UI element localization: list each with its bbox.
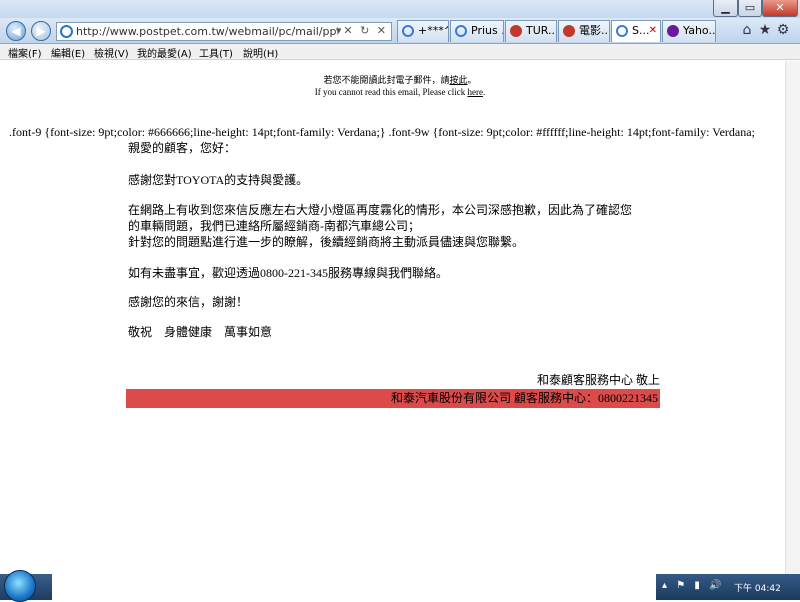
notice-zh: 若您不能閱讀此封電子郵件，請按此。 — [0, 73, 800, 86]
ie-page-icon — [60, 25, 73, 38]
greeting: 親愛的顧客，您好： — [128, 141, 237, 155]
maximize-button[interactable]: ▭ — [738, 0, 762, 17]
ie-tab-icon — [455, 25, 467, 37]
yahoo-tab-icon — [667, 25, 679, 37]
forward-button[interactable]: ▶ — [31, 21, 51, 41]
ie-tab-icon — [616, 25, 628, 37]
closing-line: 敬祝 身體健康 萬事如意 — [128, 325, 273, 339]
tab-label: TUR... — [526, 24, 557, 37]
company-footer-bar: 和泰汽車股份有限公司 顧客服務中心：0800221345 — [126, 389, 660, 408]
navigation-bar: ◀ ▶ http://www.postpet.com.tw/webmail/pc… — [0, 18, 800, 44]
notice-zh-link[interactable]: 按此 — [449, 75, 467, 85]
signature: 和泰顧客服務中心 敬上 — [536, 373, 660, 387]
notice-en: If you cannot read this email, Please cl… — [0, 87, 800, 97]
close-button[interactable]: ✕ — [762, 0, 798, 17]
taskbar-window-area — [52, 574, 656, 600]
address-bar[interactable]: http://www.postpet.com.tw/webmail/pc/mai… — [56, 22, 392, 41]
ie-tab-icon — [402, 25, 414, 37]
menu-edit[interactable]: 編輯(E) — [51, 45, 85, 60]
paragraph-line-3: 針對您的問題點進行進一步的瞭解，後續經銷商將主動派員儘速與您聯繫。 — [128, 235, 525, 249]
menu-tools[interactable]: 工具(T) — [199, 45, 233, 60]
minimize-button[interactable]: ▁ — [713, 0, 738, 17]
movie-tab-icon — [563, 25, 575, 37]
notice-en-suffix: . — [482, 87, 486, 97]
back-button[interactable]: ◀ — [6, 21, 26, 41]
tab-close-icon[interactable]: ✕ — [649, 21, 657, 41]
menu-help[interactable]: 說明(H) — [243, 45, 278, 60]
css-leak-text: .font-9 {font-size: 9pt;color: #666666;l… — [9, 125, 755, 139]
tab-label: Prius ... — [471, 24, 503, 37]
notice-en-link[interactable]: here — [467, 87, 483, 97]
tray-icons[interactable]: ▴ ⚑ ▮ 🔊 — [662, 580, 724, 591]
menu-view[interactable]: 檢視(V) — [94, 45, 129, 60]
browser-tab-2[interactable]: Prius ... — [450, 20, 504, 42]
notice-en-text: If you cannot read this email, Please cl… — [314, 87, 468, 97]
vertical-scrollbar[interactable] — [785, 61, 800, 574]
home-icon[interactable]: ⌂ — [738, 22, 756, 38]
system-tray: ▴ ⚑ ▮ 🔊 下午 04:42 — [656, 574, 800, 600]
menu-file[interactable]: 檔案(F) — [8, 45, 42, 60]
start-button[interactable] — [4, 570, 36, 602]
browser-tab-1[interactable]: +***^... — [397, 20, 449, 42]
paragraph-line-2: 的車輛問題，我們已連絡所屬經銷商-南都汽車總公司； — [128, 219, 420, 233]
gear-icon[interactable]: ⚙ — [774, 22, 792, 38]
browser-tab-5-active[interactable]: S... ✕ — [611, 20, 661, 42]
bridgestone-tab-icon — [510, 25, 522, 37]
notice-zh-text: 若您不能閱讀此封電子郵件，請 — [323, 75, 450, 85]
browser-tab-3[interactable]: TUR... — [505, 20, 557, 42]
clock[interactable]: 下午 04:42 — [734, 581, 781, 594]
address-url[interactable]: http://www.postpet.com.tw/webmail/pc/mai… — [76, 25, 338, 38]
menu-bar: 檔案(F) 編輯(E) 檢視(V) 我的最愛(A) 工具(T) 說明(H) — [0, 44, 800, 60]
thanks-letter: 感謝您的來信，謝謝！ — [128, 295, 249, 309]
tab-label: S... — [632, 24, 650, 37]
tab-label: +***^... — [418, 24, 448, 37]
tab-label: Yaho... — [683, 24, 716, 37]
address-controls[interactable]: ▾✕ ↻ ✕ — [336, 24, 388, 37]
paragraph-line-1: 在網路上有收到您來信反應左右大燈小燈區再度霧化的情形，本公司深感抱歉，因此為了確… — [128, 203, 633, 217]
contact-line: 如有未盡事宜，歡迎透過0800-221-345服務專線與我們聯絡。 — [128, 266, 448, 280]
favorites-star-icon[interactable]: ★ — [756, 22, 774, 38]
page-content: 若您不能閱讀此封電子郵件，請按此。 If you cannot read thi… — [0, 61, 800, 574]
tab-label: 電影... — [579, 24, 610, 37]
toolbar-icons: ⌂ ★ ⚙ — [738, 22, 798, 42]
browser-tab-4[interactable]: 電影... — [558, 20, 610, 42]
taskbar: ▴ ⚑ ▮ 🔊 下午 04:42 — [0, 570, 800, 602]
menu-favorites[interactable]: 我的最愛(A) — [137, 45, 192, 60]
thanks-support: 感謝您對TOYOTA的支持與愛護。 — [128, 173, 309, 187]
notice-zh-suffix: 。 — [467, 75, 477, 85]
title-bar: ▁ ▭ ✕ — [0, 0, 800, 18]
browser-tab-6[interactable]: Yaho... — [662, 20, 716, 42]
